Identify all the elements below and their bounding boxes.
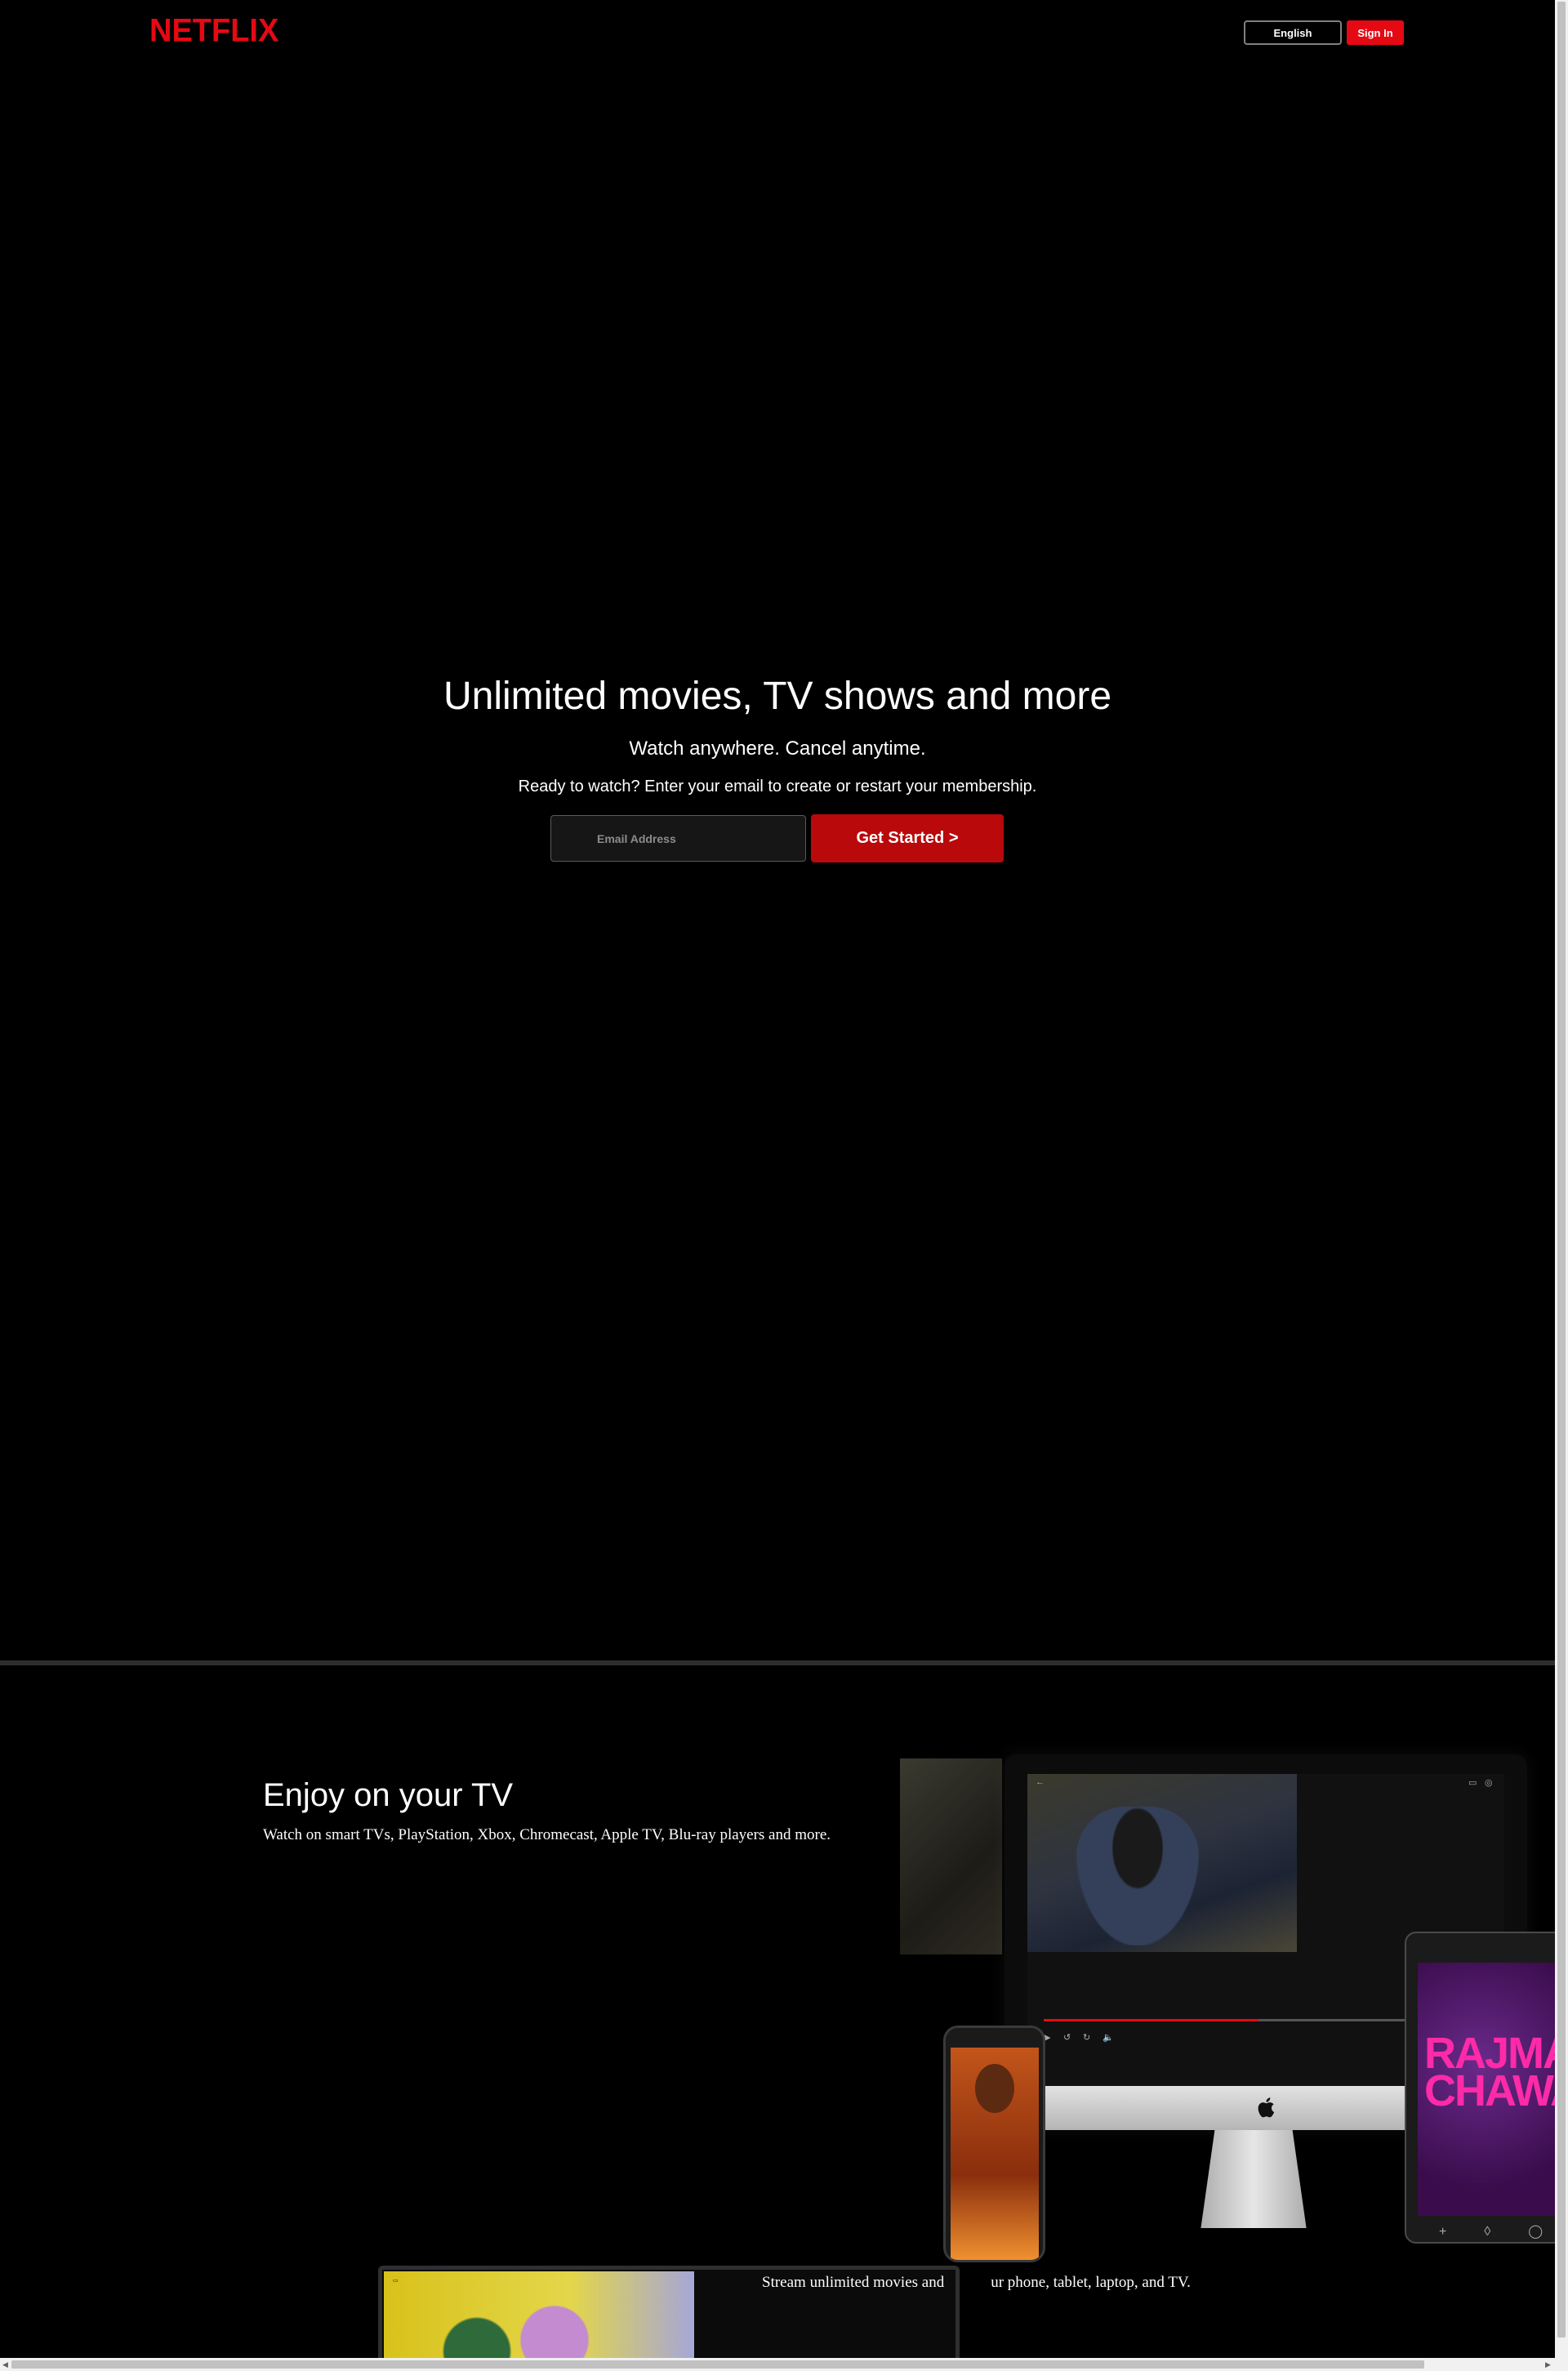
netflix-logo[interactable]: NETFLIX — [149, 13, 278, 50]
devices-illustration: ← ▭ ◎ ▶ ↺ ↻ 🔈 RAJM CHAW +◊ — [898, 1748, 1555, 2262]
horizontal-scrollbar[interactable]: ◀ ▶ — [0, 2358, 1568, 2371]
volume-icon: 🔈 — [1102, 2033, 1114, 2043]
video-progress-fill — [1044, 2019, 1259, 2021]
laptop-badge: ▭ — [390, 2276, 401, 2284]
laptop-video-still: ▭ — [384, 2271, 694, 2371]
apple-icon — [1258, 2097, 1275, 2118]
tablet-poster-title: RAJMA CHAWAL — [1424, 2029, 1555, 2115]
tablet-nav-icons: +◊◯ — [1439, 2225, 1543, 2239]
monitor-stand — [1200, 2130, 1307, 2228]
vertical-scrollbar-thumb[interactable] — [1557, 2, 1566, 2338]
vertical-scrollbar[interactable] — [1555, 0, 1568, 2358]
video-still — [1027, 1774, 1297, 1952]
page: NETFLIX English Sign In Unlimited movies… — [0, 0, 1555, 2371]
sign-in-button[interactable]: Sign In — [1347, 20, 1404, 45]
phone-screen — [951, 2048, 1039, 2260]
side-video-frame — [900, 1758, 1002, 1954]
email-input[interactable] — [550, 815, 806, 862]
feature-tv-description: Watch on smart TVs, PlayStation, Xbox, C… — [263, 1826, 831, 1843]
horizontal-scrollbar-thumb[interactable] — [11, 2360, 1424, 2369]
rewind-icon: ↺ — [1063, 2033, 1071, 2043]
settings-icon: ◎ — [1485, 1778, 1493, 1788]
get-started-button[interactable]: Get Started > — [811, 814, 1004, 862]
scroll-left-arrow-icon[interactable]: ◀ — [2, 2360, 8, 2369]
scroll-right-arrow-icon[interactable]: ▶ — [1545, 2360, 1551, 2369]
tablet-device: RAJMA CHAWAL +◊◯ — [1405, 1932, 1555, 2244]
tablet-screen: RAJMA CHAWAL — [1418, 1963, 1555, 2216]
cast-icon: ▭ — [1468, 1778, 1477, 1788]
forward-icon: ↻ — [1083, 2033, 1091, 2043]
section-divider — [0, 1660, 1555, 1665]
feature-stream-text: Stream unlimited movies and ur phone, ta… — [762, 2274, 1191, 2291]
hero-subtitle: Watch anywhere. Cancel anytime. — [629, 738, 926, 760]
back-arrow-icon: ← — [1036, 1777, 1045, 1787]
hero-title: Unlimited movies, TV shows and more — [443, 675, 1112, 718]
video-figure — [1076, 1807, 1199, 1945]
hero-cta-text: Ready to watch? Enter your email to crea… — [518, 778, 1037, 796]
phone-device — [943, 2026, 1045, 2262]
phone-poster-figure — [975, 2064, 1014, 2113]
feature-tv-title: Enjoy on your TV — [263, 1777, 514, 1813]
language-select[interactable]: English — [1244, 20, 1342, 45]
